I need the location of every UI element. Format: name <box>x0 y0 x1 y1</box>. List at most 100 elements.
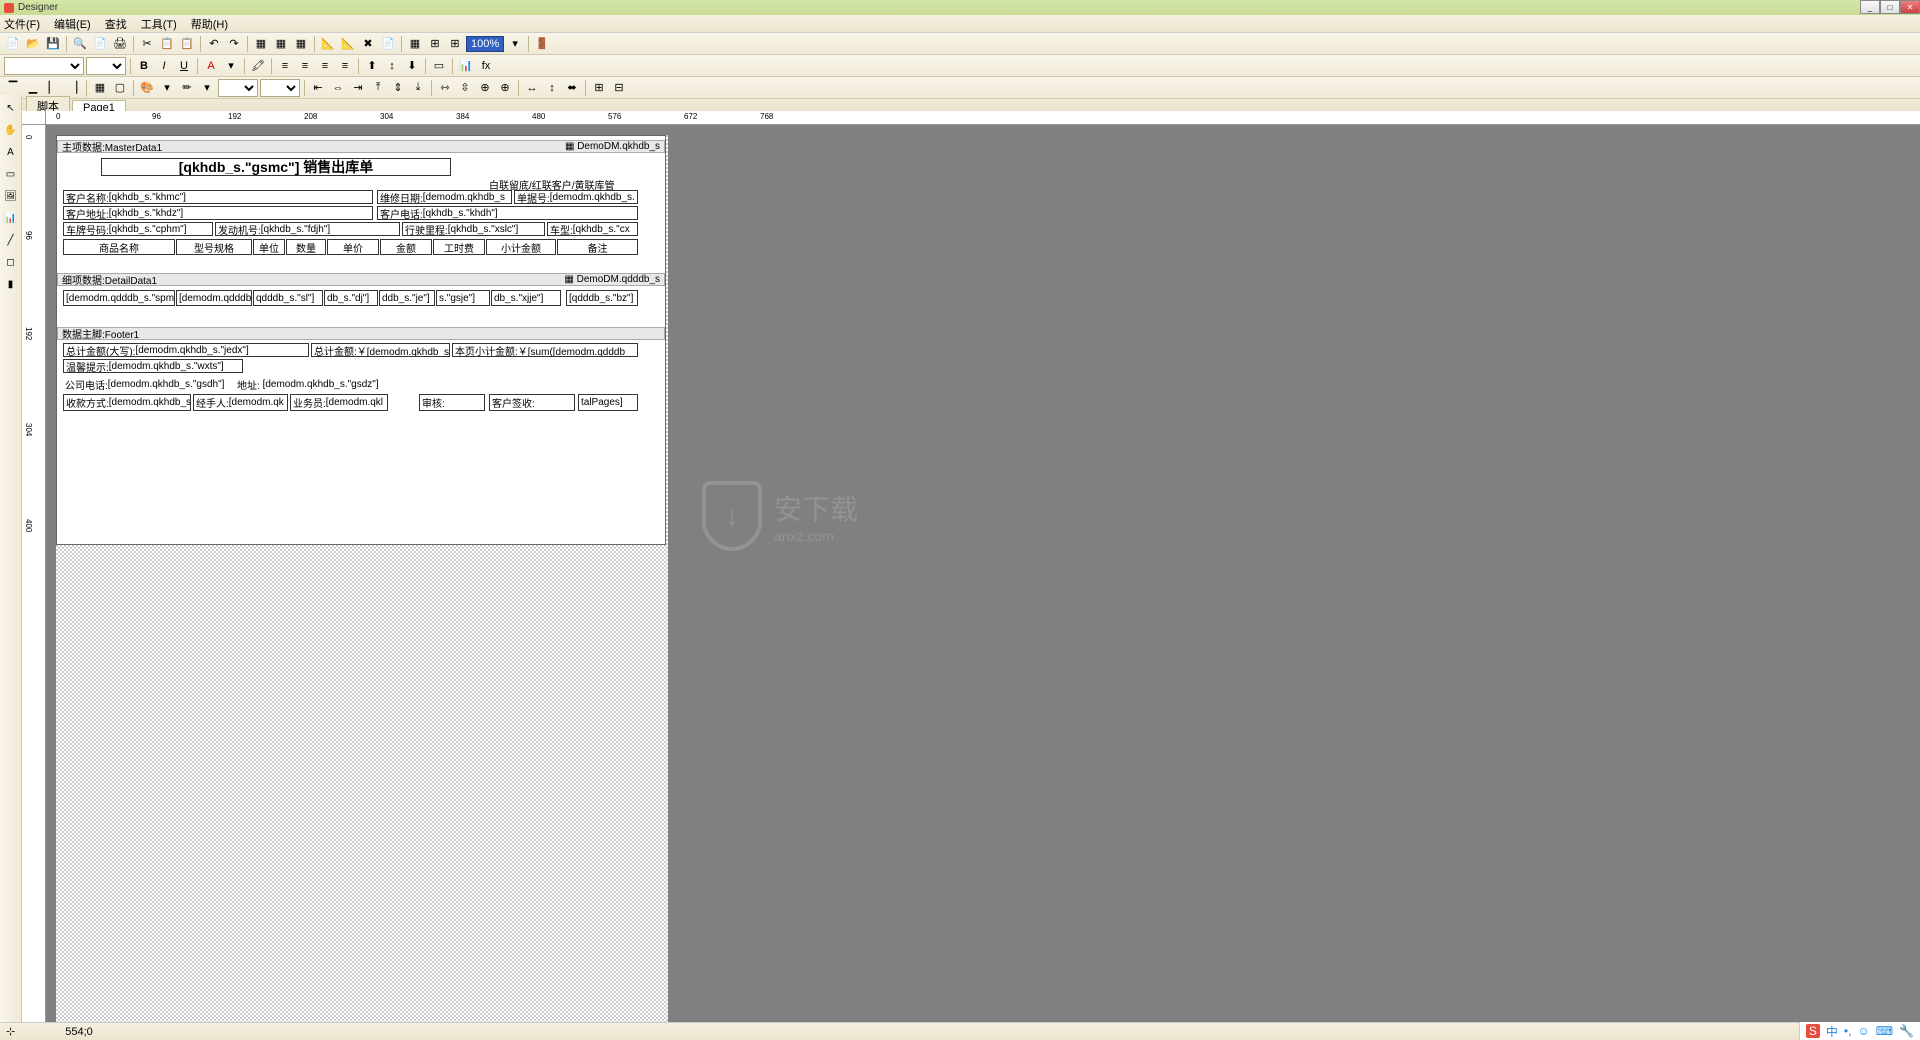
car-model[interactable]: 车型:[qkhdb_s."cx <box>547 222 638 236</box>
delete-button[interactable]: ✖ <box>359 35 377 53</box>
font-family-select[interactable] <box>4 57 84 75</box>
company-tel[interactable]: 公司电话:[demodm.qkhdb_s."gsdh"] <box>63 377 233 391</box>
exit-button[interactable]: 🚪 <box>533 35 551 53</box>
sales[interactable]: 业务员:[demodm.qkl <box>290 394 388 411</box>
align-c-button[interactable]: ⇔ <box>329 79 347 97</box>
cust-name[interactable]: 客户名称:[qkhdb_s."khmc"] <box>63 190 373 204</box>
border-top-button[interactable]: ▔ <box>4 79 22 97</box>
punct-icon[interactable]: •, <box>1844 1024 1852 1038</box>
band-detail-header[interactable]: 细项数据:DetailData1 ▦ DemoDM.qdddb_s <box>57 273 665 286</box>
pages[interactable]: talPages] <box>578 394 638 411</box>
underline-button[interactable]: U <box>175 57 193 75</box>
shape-tool[interactable]: ◻ <box>2 253 20 271</box>
report-page[interactable]: 主项数据:MasterData1 ▦ DemoDM.qkhdb_s [qkhdb… <box>56 135 666 545</box>
same-width-button[interactable]: ↔ <box>523 79 541 97</box>
align-center-button[interactable]: ≡ <box>296 57 314 75</box>
line-tool[interactable]: ╱ <box>2 231 20 249</box>
align-left-button[interactable]: ≡ <box>276 57 294 75</box>
paste-button[interactable]: 📋 <box>178 35 196 53</box>
line-style-select[interactable] <box>218 79 258 97</box>
td-4[interactable]: ddb_s."je"] <box>379 290 435 306</box>
select-all-button[interactable]: ▦ <box>292 35 310 53</box>
valign-top-button[interactable]: ⬆ <box>363 57 381 75</box>
td-7[interactable]: [qdddb_s."bz"] <box>566 290 638 306</box>
picture-tool[interactable]: 🖼 <box>2 187 20 205</box>
redo-button[interactable]: ↷ <box>225 35 243 53</box>
engine[interactable]: 发动机号:[qkhdb_s."fdjh"] <box>215 222 400 236</box>
cust-addr[interactable]: 客户地址:[qkhdb_s."khdz"] <box>63 206 373 220</box>
sign[interactable]: 客户签收: <box>489 394 575 411</box>
insert-band-button[interactable]: 📐 <box>319 35 337 53</box>
menu-edit[interactable]: 编辑(E) <box>54 16 91 32</box>
text-tool[interactable]: A <box>2 143 20 161</box>
line-width-select[interactable] <box>260 79 300 97</box>
td-2[interactable]: qdddb_s."sl"] <box>253 290 323 306</box>
th-2[interactable]: 单位 <box>253 239 285 255</box>
center-v-button[interactable]: ⊕ <box>496 79 514 97</box>
menu-help[interactable]: 帮助(H) <box>191 16 228 32</box>
space-h-button[interactable]: ⇿ <box>436 79 454 97</box>
bring-front-button[interactable]: ▦ <box>252 35 270 53</box>
handler[interactable]: 经手人:[demodm.qk <box>193 394 288 411</box>
new-button[interactable]: 📄 <box>4 35 22 53</box>
th-5[interactable]: 金额 <box>380 239 432 255</box>
settings-icon[interactable]: 🔧 <box>1899 1024 1914 1038</box>
highlight-button[interactable]: 🖍 <box>249 57 267 75</box>
th-7[interactable]: 小计金额 <box>486 239 556 255</box>
line-color-button[interactable]: ✏ <box>178 79 196 97</box>
hand-tool[interactable]: ✋ <box>2 121 20 139</box>
valign-bottom-button[interactable]: ⬇ <box>403 57 421 75</box>
center-h-button[interactable]: ⊕ <box>476 79 494 97</box>
border-right-button[interactable]: ▕ <box>64 79 82 97</box>
maximize-button[interactable]: □ <box>1880 0 1900 14</box>
th-8[interactable]: 备注 <box>557 239 638 255</box>
td-5[interactable]: s."gsje"] <box>436 290 490 306</box>
td-1[interactable]: [demodm.qdddb_s <box>176 290 252 306</box>
cut-button[interactable]: ✂ <box>138 35 156 53</box>
snap-button[interactable]: ⊞ <box>426 35 444 53</box>
same-height-button[interactable]: ↕ <box>543 79 561 97</box>
menu-find[interactable]: 查找 <box>105 16 127 32</box>
line-dropdown[interactable]: ▾ <box>198 79 216 97</box>
align-t-button[interactable]: ⤒ <box>369 79 387 97</box>
align-right-button[interactable]: ≡ <box>316 57 334 75</box>
pointer-tool[interactable]: ↖ <box>2 99 20 117</box>
td-0[interactable]: [demodm.qdddb_s."spmc"] <box>63 290 175 306</box>
addr[interactable]: 地址: [demodm.qkhdb_s."gsdz"] <box>235 377 395 391</box>
bill-no[interactable]: 单据号:[demodm.qkhdb_s. <box>514 190 638 204</box>
ungroup-button[interactable]: ⊟ <box>610 79 628 97</box>
cust-tel[interactable]: 客户电话:[qkhdb_s."khdh"] <box>377 206 638 220</box>
design-workspace[interactable]: 0 96 192 208 304 384 480 576 672 768 0 9… <box>22 111 1920 1022</box>
emoji-icon[interactable]: ☺ <box>1857 1024 1869 1038</box>
band-tool[interactable]: ▭ <box>2 165 20 183</box>
lang-icon[interactable]: 中 <box>1826 1023 1838 1040</box>
send-back-button[interactable]: ▦ <box>272 35 290 53</box>
th-6[interactable]: 工时费 <box>433 239 485 255</box>
insert-obj-button[interactable]: 📐 <box>339 35 357 53</box>
close-button[interactable]: ✕ <box>1900 0 1920 14</box>
menu-tools[interactable]: 工具(T) <box>141 16 177 32</box>
group-button[interactable]: ⊞ <box>590 79 608 97</box>
total-cn[interactable]: 总计金额(大写):[demodm.qkhdb_s."jedx"] <box>63 343 309 357</box>
th-3[interactable]: 数量 <box>286 239 326 255</box>
same-size-button[interactable]: ⬌ <box>563 79 581 97</box>
insert-expr-button[interactable]: fx <box>477 57 495 75</box>
band-footer-header[interactable]: 数据主脚:Footer1 <box>57 327 665 340</box>
zoom-display[interactable]: 100% <box>466 36 504 52</box>
grid-button[interactable]: ▦ <box>406 35 424 53</box>
tips[interactable]: 温馨提示:[demodm.qkhdb_s."wxts"] <box>63 359 243 373</box>
font-color-button[interactable]: A <box>202 57 220 75</box>
space-v-button[interactable]: ⇳ <box>456 79 474 97</box>
td-6[interactable]: db_s."xjje"] <box>491 290 561 306</box>
mileage[interactable]: 行驶里程:[qkhdb_s."xslc"] <box>402 222 545 236</box>
ime-icon[interactable]: S <box>1806 1024 1820 1038</box>
report-title[interactable]: [qkhdb_s."gsmc"] 销售出库单 <box>101 158 451 176</box>
open-button[interactable]: 📂 <box>24 35 42 53</box>
font-size-select[interactable] <box>86 57 126 75</box>
align-justify-button[interactable]: ≡ <box>336 57 354 75</box>
font-color-dropdown[interactable]: ▾ <box>222 57 240 75</box>
total[interactable]: 总计金额:￥[demodm.qkhdb_s <box>311 343 450 357</box>
minimize-button[interactable]: _ <box>1860 0 1880 14</box>
plate[interactable]: 车牌号码:[qkhdb_s."cphm"] <box>63 222 213 236</box>
page-setup-button[interactable]: 📄 <box>91 35 109 53</box>
